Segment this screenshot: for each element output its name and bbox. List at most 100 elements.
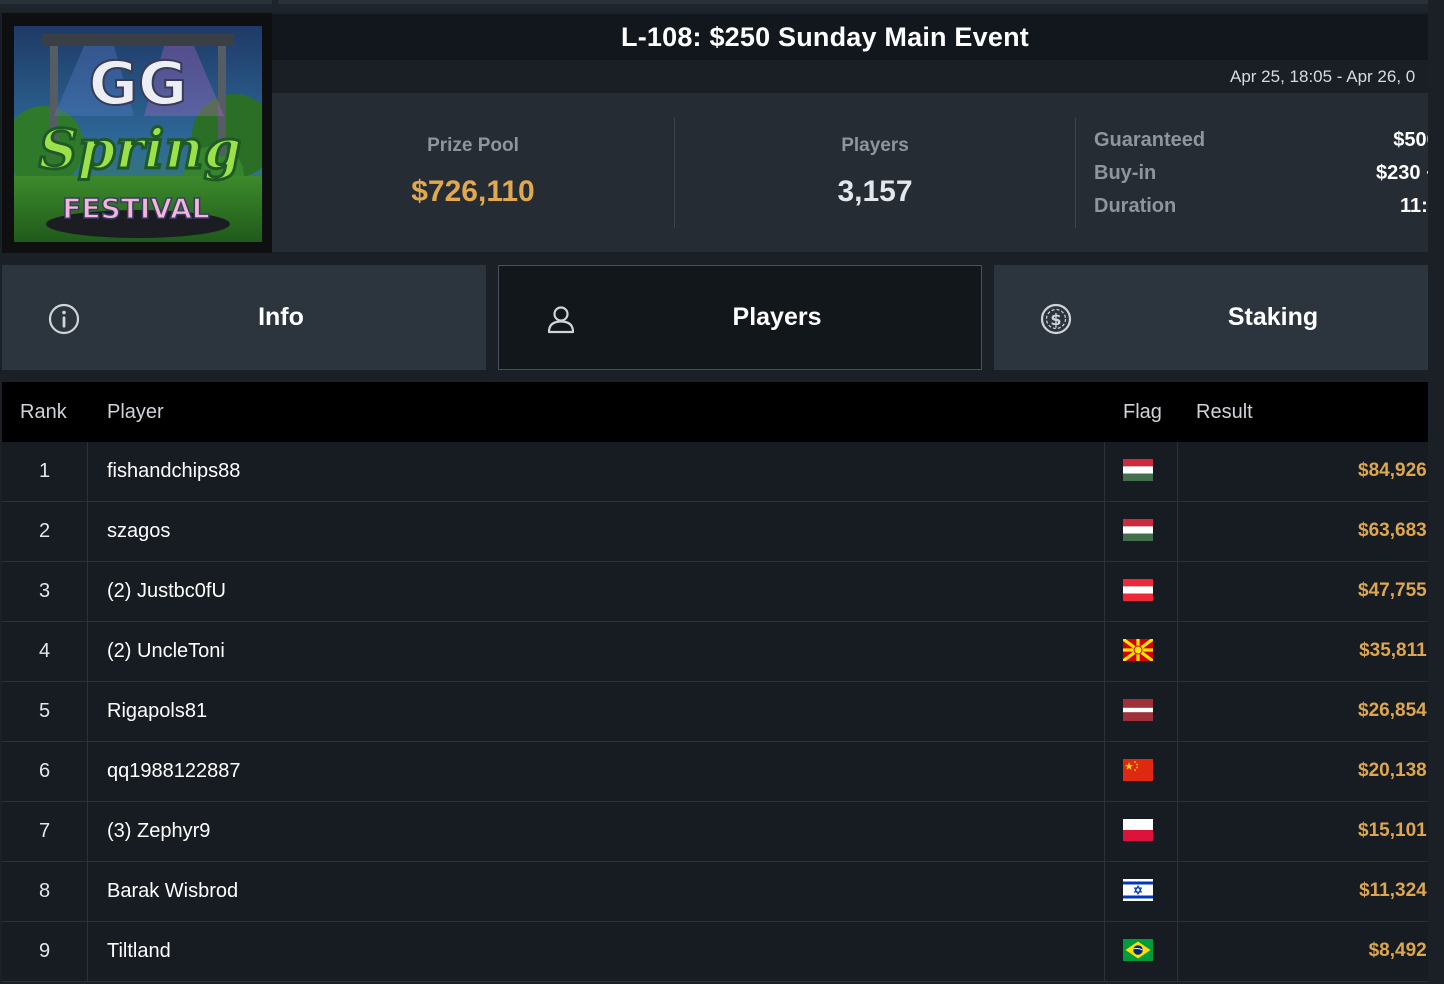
gg-spring-festival-logo: GG Spring FESTIVAL [14, 26, 262, 242]
table-row[interactable]: 5 Rigapols81 $26,854. [2, 682, 1428, 742]
players-value: 3,157 [837, 175, 913, 208]
result-value: $26,854. [1358, 700, 1428, 721]
result-value: $84,926. [1358, 460, 1428, 481]
tournament-window: GG Spring FESTIVAL L-108: $250 Sunday Ma… [0, 0, 1444, 984]
results-table: Rank Player Flag Result 1 fishandchips88 $… [2, 382, 1428, 982]
event-title-bar: L-108: $250 Sunday Main Event [272, 14, 1428, 60]
buy-in-label: Buy-in [1094, 162, 1157, 184]
prize-pool-stat: Prize Pool $726,110 [272, 93, 674, 252]
rank-cell: 1 [2, 442, 88, 502]
result-cell: $11,324. [1178, 862, 1428, 922]
stats-divider [1075, 118, 1076, 228]
event-title: L-108: $250 Sunday Main Event [621, 21, 1029, 52]
guaranteed-label: Guaranteed [1094, 129, 1206, 151]
duration-row: Duration 11:08 [1094, 195, 1428, 225]
players-label: Players [841, 135, 909, 156]
info-icon [48, 303, 80, 335]
table-row[interactable]: 6 qq1988122887 $20,138. [2, 742, 1428, 802]
result-cell: $63,683. [1178, 502, 1428, 562]
north-macedonia-flag-icon [1123, 639, 1153, 661]
latvia-flag-icon [1123, 699, 1153, 721]
israel-flag-icon [1123, 879, 1153, 901]
duration-value: 11:08 [1399, 195, 1428, 217]
rank-cell: 8 [2, 862, 88, 922]
duration-label: Duration [1094, 195, 1177, 217]
result-value: $47,755. [1358, 580, 1428, 601]
stats-panel: Prize Pool $726,110 Players 3,157 Guaran… [272, 93, 1428, 252]
result-value: $15,101. [1358, 820, 1428, 841]
table-body: 1 fishandchips88 $84,926. 2 szagos $63,683. 3 (… [2, 442, 1428, 982]
header-rank: Rank [20, 401, 67, 423]
table-row[interactable]: 9 Tiltland $8,492. [2, 922, 1428, 982]
flag-cell [1104, 562, 1178, 622]
player-name[interactable]: Tiltland [107, 922, 171, 980]
svg-text:$: $ [1050, 310, 1061, 329]
rank-cell: 3 [2, 562, 88, 622]
table-row[interactable]: 2 szagos $63,683. [2, 502, 1428, 562]
table-row[interactable]: 3 (2) Justbc0fU $47,755. [2, 562, 1428, 622]
header-player: Player [107, 401, 164, 423]
buy-in-row: Buy-in $230 + ! [1094, 162, 1428, 192]
event-date-bar: Apr 25, 18:05 - Apr 26, 0 [272, 60, 1428, 93]
rank-cell: 4 [2, 622, 88, 682]
guaranteed-row: Guaranteed $500,( [1094, 129, 1428, 159]
table-row[interactable]: 8 Barak Wisbrod $11,324. [2, 862, 1428, 922]
event-logo: GG Spring FESTIVAL [2, 13, 272, 253]
svg-text:GG: GG [89, 49, 188, 119]
result-value: $35,811. [1359, 640, 1428, 661]
player-name[interactable]: Rigapols81 [107, 682, 207, 740]
hungary-flag-icon [1123, 459, 1153, 481]
event-dates: Apr 25, 18:05 - Apr 26, 0 [1230, 67, 1416, 86]
player-name[interactable]: Barak Wisbrod [107, 862, 238, 920]
flag-cell [1104, 922, 1178, 982]
tab-players[interactable]: Players [498, 265, 982, 370]
result-cell: $15,101. [1178, 802, 1428, 862]
buy-in-value: $230 + ! [1376, 162, 1428, 184]
user-icon [547, 306, 575, 334]
prize-pool-value: $726,110 [411, 175, 535, 208]
rank-cell: 7 [2, 802, 88, 862]
hungary-flag-icon [1123, 519, 1153, 541]
player-name[interactable]: qq1988122887 [107, 742, 240, 800]
dollar-coin-icon: $ [1040, 303, 1072, 335]
flag-cell [1104, 742, 1178, 802]
player-name[interactable]: (2) Justbc0fU [107, 562, 226, 620]
tab-info-label: Info [258, 303, 304, 331]
table-header: Rank Player Flag Result [2, 382, 1428, 442]
svg-text:FESTIVAL: FESTIVAL [62, 192, 209, 225]
player-name[interactable]: (3) Zephyr9 [107, 802, 210, 860]
flag-cell [1104, 502, 1178, 562]
table-row[interactable]: 4 (2) UncleToni $35,811. [2, 622, 1428, 682]
result-cell: $47,755. [1178, 562, 1428, 622]
rank-cell: 5 [2, 682, 88, 742]
result-value: $20,138. [1358, 760, 1428, 781]
result-value: $63,683. [1358, 520, 1428, 541]
result-value: $11,324. [1359, 880, 1428, 901]
tab-players-label: Players [732, 303, 822, 331]
top-strip [0, 0, 1428, 12]
header-result[interactable]: Result [1196, 401, 1253, 424]
austria-flag-icon [1123, 579, 1153, 601]
player-name[interactable]: szagos [107, 502, 170, 560]
rank-cell: 2 [2, 502, 88, 562]
flag-cell [1104, 682, 1178, 742]
flag-cell [1104, 862, 1178, 922]
rank-cell: 9 [2, 922, 88, 982]
player-name[interactable]: (2) UncleToni [107, 622, 225, 680]
rank-cell: 6 [2, 742, 88, 802]
guaranteed-value: $500,( [1393, 129, 1428, 151]
table-row[interactable]: 7 (3) Zephyr9 $15,101. [2, 802, 1428, 862]
result-cell: $84,926. [1178, 442, 1428, 502]
prize-pool-label: Prize Pool [427, 135, 519, 156]
header-flag: Flag [1123, 401, 1162, 423]
tab-info[interactable]: Info [2, 265, 486, 370]
tab-staking[interactable]: $ Staking [994, 265, 1428, 370]
flag-cell [1104, 442, 1178, 502]
result-cell: $26,854. [1178, 682, 1428, 742]
table-row[interactable]: 1 fishandchips88 $84,926. [2, 442, 1428, 502]
tab-staking-label: Staking [1227, 303, 1319, 331]
player-name[interactable]: fishandchips88 [107, 442, 240, 500]
result-value: $8,492. [1368, 940, 1428, 961]
players-stat: Players 3,157 [674, 93, 1076, 252]
result-cell: $20,138. [1178, 742, 1428, 802]
